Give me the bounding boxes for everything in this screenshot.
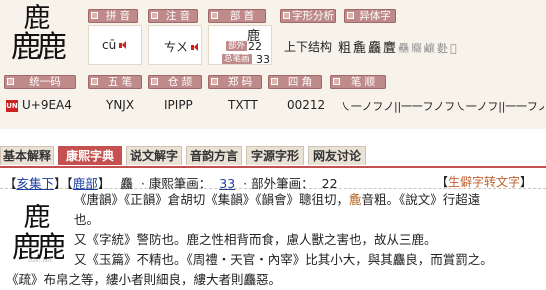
variant-char[interactable]: 麤 [368,37,381,56]
entry-char: 麤 [120,176,133,191]
variant-char[interactable]: 𪋿 [437,40,448,56]
variant-char[interactable]: 𪊿 [450,42,457,55]
unicode-header: 统一码 [4,75,76,89]
unicode-badge-icon: UN [6,100,18,112]
variant-char[interactable]: 粗 [338,37,351,56]
variant-characters: 粗麁麤麆𪋻𪋯𪊊𪋿𪊿 [338,37,459,56]
zhuyin-sound-icon[interactable] [191,43,199,52]
variant-char[interactable]: 𪊊 [424,41,435,55]
zhuyin-value: ㄘㄨ [164,38,199,55]
total-strokes-label: 总笔画 [222,54,252,64]
cangjie-value: IPIPP [164,98,193,112]
variant-char[interactable]: 麁 [353,37,366,56]
zdic-watermark: zdic.net [28,257,53,264]
kangxi-strokes-label: 康熙筆画： [148,176,212,191]
definition-line-3: 又《玉篇》不精也。《周禮・天官・內宰》比其小大，與其麤良，而賞罰之。 [74,252,493,267]
cangjie-header: 仓 颉 [148,75,202,89]
variant-char[interactable]: 麆 [383,37,396,56]
large-char-bottom: 鹿鹿 [11,30,67,65]
variant-char[interactable]: 𪋯 [411,41,422,55]
unicode-value: U+9EA4 [22,98,72,112]
tab-character-origin[interactable]: 字源字形 [246,146,304,165]
large-char-top: 鹿 [23,4,51,34]
tab-kangxi-dictionary[interactable]: 康熙字典 [58,146,122,165]
zhengma-value: TXTT [228,98,258,112]
radical-header: 部 首 [208,9,266,23]
tab-basic-explanation[interactable]: 基本解释 [0,146,54,165]
four-corner-header: 四 角 [268,75,322,89]
definition-line-4: 《疏》布帛之等，縷小者則細良，縷大者則麤惡。 [6,272,282,287]
entry-large-character: 鹿 鹿鹿 zdic.net [10,204,64,268]
zhengma-header: 郑 码 [208,75,262,89]
definition-line-1: 《唐韻》《正韻》倉胡切《集韻》《韻會》聰徂切，麁音粗。《說文》行超遠 [74,192,481,207]
stroke-order-header: 笔 顺 [330,75,386,89]
tab-user-discussion[interactable]: 网友讨论 [308,146,366,165]
definition-line-2: 又《字統》警防也。鹿之性相背而食，慮人獸之害也，故从三鹿。 [74,232,437,247]
pinyin-header: 拼 音 [88,9,138,23]
four-corner-value: 00212 [287,98,326,112]
radical-link[interactable]: 鹿部 [73,176,98,191]
large-character-display: 鹿 鹿鹿 [6,4,68,66]
collection-link[interactable]: 亥集下 [17,176,55,191]
definition-line-1b: 也。 [74,212,100,227]
zhuyin-header: 注 音 [148,9,198,23]
tab-phonology-dialect[interactable]: 音韵方言 [186,146,242,165]
convert-tool-link[interactable]: 【生僻字转文字】 [436,173,532,190]
wubi-header: 五 笔 [88,75,142,89]
pinyin-value: cū [102,38,127,52]
radical-strokes-value: 22 [248,40,262,53]
kangxi-strokes-link[interactable]: 33 [219,176,235,191]
convert-tool-label[interactable]: 生僻字转文字 [448,175,520,189]
outside-strokes-value: 22 [321,176,338,191]
variants-header: 异体字 [344,9,396,23]
structure-value: 上下结构 [284,40,333,54]
tab-shuowen-jiezi[interactable]: 说文解字 [126,146,182,165]
wubi-value: YNJX [106,98,135,112]
stroke-order-value: ㇏一ノフノ||一一フノフ㇏一ノフ||一一フノフ㇏一ノフ|| [340,100,544,113]
structure-header: 字形分析 [280,9,336,23]
entry-large-char-top: 鹿 [23,204,51,233]
variant-char[interactable]: 𪋻 [398,41,409,55]
radical-strokes-label: 部外 [226,41,248,51]
dictionary-tab-bar: 基本解释 康熙字典 说文解字 音韵方言 字源字形 网友讨论 [0,146,546,168]
pinyin-sound-icon[interactable] [119,41,127,50]
outside-strokes-label: 部外筆画： [251,176,314,191]
total-strokes-value: 33 [256,53,270,66]
